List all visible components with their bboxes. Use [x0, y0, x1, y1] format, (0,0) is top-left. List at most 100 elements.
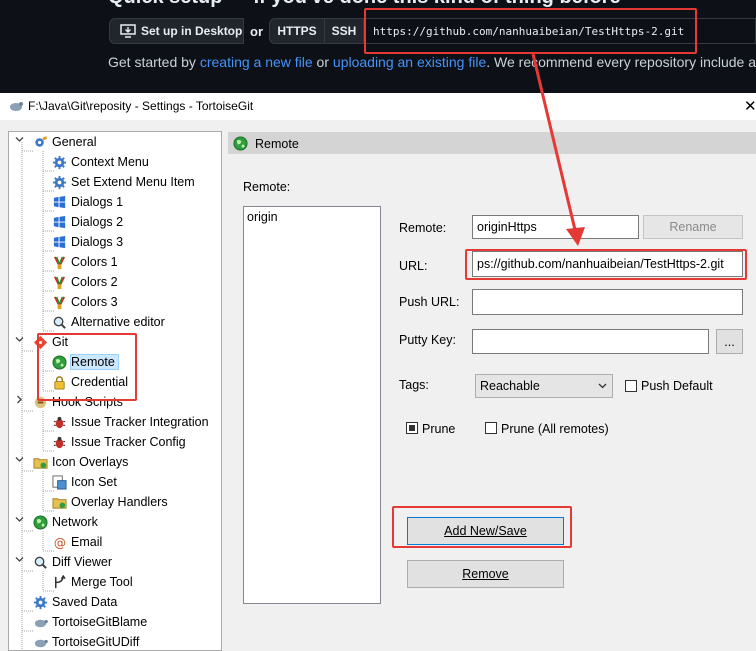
tree-item[interactable]: Dialogs 3 — [51, 233, 123, 251]
tags-select-value: Reachable — [480, 379, 540, 393]
tree-expanded-chevron-icon[interactable] — [15, 455, 24, 466]
windows-icon — [51, 194, 67, 210]
settings-wrench-icon — [32, 134, 48, 150]
close-icon[interactable]: ✕ — [744, 97, 756, 115]
tree-item-label: Dialogs 2 — [71, 215, 124, 229]
globe-icon — [32, 514, 48, 530]
create-new-file-link[interactable]: creating a new file — [200, 54, 313, 70]
tree-item[interactable]: Merge Tool — [51, 573, 133, 591]
tree-item-label: Colors 3 — [71, 295, 118, 309]
gear-icon — [32, 594, 48, 610]
clone-url-field[interactable]: https://github.com/nanhuaibeian/TestHttp… — [363, 18, 756, 44]
prune-checkbox[interactable] — [406, 422, 418, 434]
git-icon — [32, 334, 48, 350]
window-title: F:\Java\Git\reposity - Settings - Tortoi… — [28, 99, 254, 113]
tree-item[interactable]: Git — [32, 333, 68, 351]
push-default-label: Push Default — [641, 379, 713, 393]
tree-item[interactable]: TortoiseGitBlame — [32, 613, 147, 631]
tree-item-label: Overlay Handlers — [71, 495, 168, 509]
tree-item-label: Context Menu — [71, 155, 149, 169]
started-mid: or — [312, 54, 333, 70]
bug-icon — [51, 414, 67, 430]
tree-item[interactable]: @ Email — [51, 533, 102, 551]
page-header — [228, 132, 756, 154]
remote-list-item[interactable]: origin — [247, 210, 278, 224]
putty-key-input[interactable] — [472, 329, 709, 354]
https-tab[interactable]: HTTPS — [269, 18, 325, 44]
tree-expanded-chevron-icon[interactable] — [15, 555, 24, 566]
gear-icon — [51, 174, 67, 190]
prune-all-remotes-checkbox[interactable] — [485, 422, 497, 434]
tree-item-label: Remote — [70, 354, 119, 370]
tree-item[interactable]: General — [32, 133, 96, 151]
tree-item-label: Icon Set — [71, 475, 117, 489]
url-input[interactable]: ps://github.com/nanhuaibeian/TestHttps-2… — [472, 251, 743, 277]
lock-icon — [51, 374, 67, 390]
tree-item[interactable]: Remote — [51, 353, 119, 371]
tree-item[interactable]: Issue Tracker Config — [51, 433, 186, 451]
gear-icon — [51, 154, 67, 170]
tree-item-label: Issue Tracker Integration — [71, 415, 209, 429]
tree-item[interactable]: Colors 2 — [51, 273, 118, 291]
magnifier-icon — [32, 554, 48, 570]
tree-item[interactable]: Icon Overlays — [32, 453, 128, 471]
push-url-input[interactable] — [472, 289, 743, 315]
colors-brush-icon — [51, 294, 67, 310]
tree-item-label: Email — [71, 535, 103, 549]
remote-name-input[interactable]: originHttps — [472, 215, 639, 239]
tree-item-label: Credential — [71, 375, 128, 389]
or-text: or — [250, 24, 263, 39]
url-label: URL: — [399, 259, 428, 273]
tags-select[interactable]: Reachable — [475, 374, 613, 398]
started-suffix: . We recommend every repository include … — [486, 54, 756, 70]
tree-item[interactable]: Dialogs 2 — [51, 213, 123, 231]
tree-item[interactable]: TortoiseGitUDiff — [32, 633, 139, 651]
push-default-checkbox[interactable] — [625, 380, 637, 392]
rename-button[interactable]: Rename — [643, 215, 743, 239]
get-started-text: Get started by creating a new file or up… — [108, 54, 756, 70]
tree-expanded-chevron-icon[interactable] — [15, 335, 24, 346]
tree-item[interactable]: Saved Data — [32, 593, 117, 611]
tree-item-label: Icon Overlays — [52, 455, 129, 469]
tree-expanded-chevron-icon[interactable] — [15, 515, 24, 526]
windows-icon — [51, 234, 67, 250]
folder-overlay-icon — [32, 454, 48, 470]
upload-existing-file-link[interactable]: uploading an existing file — [333, 54, 486, 70]
magnifier-icon — [51, 314, 67, 330]
tree-collapsed-chevron-icon[interactable] — [15, 395, 24, 406]
remove-button[interactable]: Remove — [407, 560, 564, 588]
tags-label: Tags: — [399, 378, 429, 392]
bug-icon — [51, 434, 67, 450]
tree-expanded-chevron-icon[interactable] — [15, 135, 24, 146]
colors-brush-icon — [51, 254, 67, 270]
tree-item[interactable]: Dialogs 1 — [51, 193, 123, 211]
tree-item[interactable]: Hook Scripts — [32, 393, 123, 411]
tree-item[interactable]: Alternative editor — [51, 313, 165, 331]
remote-list[interactable]: origin — [243, 206, 381, 604]
add-new-save-button[interactable]: Add New/Save — [407, 517, 564, 545]
tree-item-label: General — [52, 135, 97, 149]
tree-item[interactable]: Set Extend Menu Item — [51, 173, 195, 191]
tree-item[interactable]: Context Menu — [51, 153, 149, 171]
tree-item-label: Saved Data — [52, 595, 118, 609]
tree-item[interactable]: Issue Tracker Integration — [51, 413, 209, 431]
tree-item[interactable]: Icon Set — [51, 473, 117, 491]
tree-item[interactable]: Network — [32, 513, 98, 531]
tortoise-icon — [32, 634, 48, 650]
tree-item[interactable]: Colors 1 — [51, 253, 118, 271]
tree-item[interactable]: Overlay Handlers — [51, 493, 168, 511]
ssh-tab[interactable]: SSH — [324, 18, 364, 44]
email-at-icon: @ — [51, 534, 67, 550]
tree-item[interactable]: Diff Viewer — [32, 553, 112, 571]
tree-item-label: Dialogs 3 — [71, 235, 124, 249]
push-url-label: Push URL: — [399, 295, 460, 309]
browse-putty-key-button[interactable]: ... — [716, 329, 743, 354]
github-quick-setup-banner: Quick setup — if you've done this kind o… — [0, 0, 756, 93]
setup-desktop-button[interactable]: Set up in Desktop — [109, 18, 244, 44]
desktop-download-icon — [120, 24, 136, 38]
merge-icon — [51, 574, 67, 590]
tree-item[interactable]: Colors 3 — [51, 293, 118, 311]
tree-item-label: Merge Tool — [71, 575, 133, 589]
svg-text:@: @ — [53, 536, 65, 550]
tree-item[interactable]: Credential — [51, 373, 128, 391]
